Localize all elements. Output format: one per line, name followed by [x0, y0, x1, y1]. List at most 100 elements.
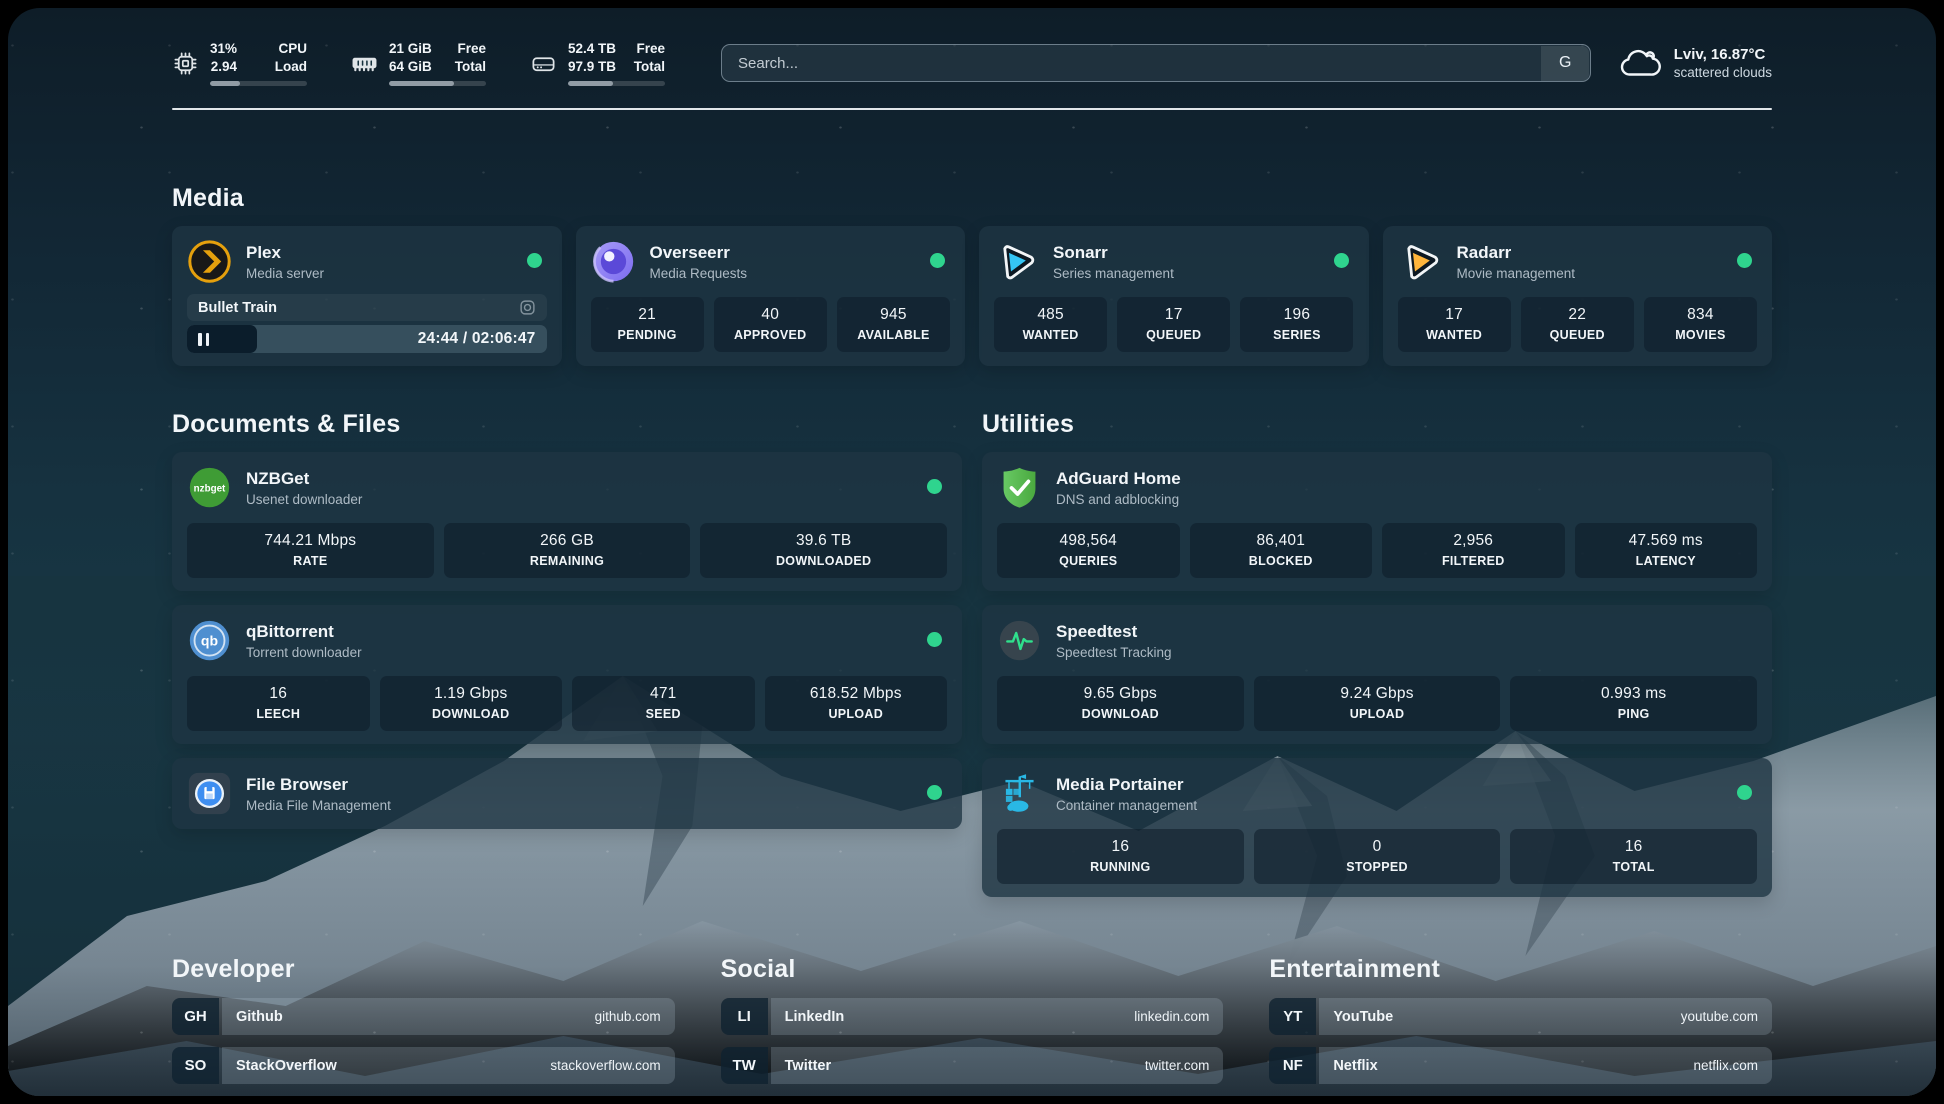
- nzbget-logo-icon: nzbget: [187, 465, 232, 510]
- entertainment-bookmarks: YT YouTube youtube.com NF Netflix netfli…: [1269, 998, 1772, 1096]
- app-subtitle: Torrent downloader: [246, 645, 362, 660]
- stat-ping: 0.993 msPING: [1510, 676, 1757, 731]
- cpu-progress-fill: [210, 81, 240, 86]
- card-header: qb qBittorrent Torrent downloader: [187, 618, 947, 663]
- page-content: 31% 2.94 CPU Load: [8, 8, 1936, 1096]
- radarr-logo-icon: [1398, 239, 1443, 284]
- radarr-card[interactable]: Radarr Movie management 17WANTED 22QUEUE…: [1383, 226, 1773, 366]
- stat-total: 16TOTAL: [1510, 829, 1757, 884]
- app-name: Media Portainer: [1056, 775, 1197, 795]
- playback-progress-fill: [187, 325, 257, 353]
- stat-remaining: 266 GBREMAINING: [444, 523, 691, 578]
- overseerr-card[interactable]: Overseerr Media Requests 21PENDING 40APP…: [576, 226, 966, 366]
- card-header: Plex Media server: [187, 239, 547, 284]
- app-subtitle: Media File Management: [246, 798, 391, 813]
- bookmark-abbr: SO: [172, 1047, 219, 1084]
- stats-row: 485WANTED 17QUEUED 196SERIES: [994, 297, 1354, 352]
- app-subtitle: Container management: [1056, 798, 1197, 813]
- nzbget-card[interactable]: nzbget NZBGet Usenet downloader 744.21 M…: [172, 452, 962, 591]
- dashboard-screen: 31% 2.94 CPU Load: [8, 8, 1936, 1096]
- stats-row: 17WANTED 22QUEUED 834MOVIES: [1398, 297, 1758, 352]
- card-titles: Plex Media server: [246, 243, 324, 281]
- section-social: Social LI LinkedIn linkedin.com TW Twitt…: [721, 955, 1224, 1096]
- status-dot: [927, 632, 942, 647]
- app-name: File Browser: [246, 775, 391, 795]
- sonarr-card[interactable]: Sonarr Series management 485WANTED 17QUE…: [979, 226, 1369, 366]
- section-documents: Documents & Files nzbget: [172, 410, 962, 897]
- status-dot: [1737, 785, 1752, 800]
- bookmark-abbr: YT: [1269, 998, 1316, 1035]
- search-provider-button[interactable]: G: [1541, 46, 1589, 81]
- stats-row: 16LEECH 1.19 GbpsDOWNLOAD 471SEED 618.52…: [187, 676, 947, 731]
- adguard-card[interactable]: AdGuard Home DNS and adblocking 498,564Q…: [982, 452, 1772, 591]
- section-media: Media Plex Media serv: [172, 184, 1772, 366]
- qbittorrent-logo-icon: qb: [187, 618, 232, 663]
- app-name: Radarr: [1457, 243, 1576, 263]
- section-title-social: Social: [721, 955, 1224, 984]
- playback-progress-bar[interactable]: 24:44 / 02:06:47: [187, 325, 547, 353]
- disk-widget: 52.4 TB 97.9 TB Free Total: [530, 40, 665, 86]
- card-header: nzbget NZBGet Usenet downloader: [187, 465, 947, 510]
- weather-location-temp: Lviv, 16.87°C: [1674, 46, 1772, 63]
- memory-widget: 21 GiB 64 GiB Free Total: [351, 40, 486, 86]
- bookmark-name: StackOverflow: [236, 1058, 337, 1074]
- status-dot: [930, 253, 945, 268]
- filebrowser-card[interactable]: File Browser Media File Management: [172, 758, 962, 829]
- bookmark-stackoverflow[interactable]: SO StackOverflow stackoverflow.com: [172, 1047, 675, 1084]
- qbittorrent-card[interactable]: qb qBittorrent Torrent downloader 16LEEC…: [172, 605, 962, 744]
- stat-leech: 16LEECH: [187, 676, 370, 731]
- plex-card[interactable]: Plex Media server Bullet Train: [172, 226, 562, 366]
- card-header: AdGuard Home DNS and adblocking: [997, 465, 1757, 510]
- disk-icon: [530, 50, 557, 77]
- plex-logo-icon: [187, 239, 232, 284]
- social-bookmarks: LI LinkedIn linkedin.com TW Twitter twit…: [721, 998, 1224, 1084]
- stats-row: 21PENDING 40APPROVED 945AVAILABLE: [591, 297, 951, 352]
- search-input[interactable]: [721, 44, 1591, 82]
- portainer-logo-icon: [997, 771, 1042, 816]
- stat-stopped: 0STOPPED: [1254, 829, 1501, 884]
- stat-upload: 618.52 MbpsUPLOAD: [765, 676, 948, 731]
- card-header: Overseerr Media Requests: [591, 239, 951, 284]
- playback-time: 24:44 / 02:06:47: [418, 330, 536, 348]
- section-developer: Developer GH Github github.com SO StackO…: [172, 955, 675, 1096]
- card-titles: Overseerr Media Requests: [650, 243, 748, 281]
- card-titles: Speedtest Speedtest Tracking: [1056, 622, 1172, 660]
- bookmark-url: github.com: [595, 1009, 661, 1024]
- stat-download: 1.19 GbpsDOWNLOAD: [380, 676, 563, 731]
- top-bar: 31% 2.94 CPU Load: [172, 40, 1772, 86]
- stat-download: 9.65 GbpsDOWNLOAD: [997, 676, 1244, 731]
- stat-running: 16RUNNING: [997, 829, 1244, 884]
- bookmark-youtube[interactable]: YT YouTube youtube.com: [1269, 998, 1772, 1035]
- video-type-icon: [519, 299, 536, 316]
- stat-pending: 21PENDING: [591, 297, 704, 352]
- stat-available: 945AVAILABLE: [837, 297, 950, 352]
- memory-values: 21 GiB 64 GiB: [389, 40, 432, 75]
- weather-text: Lviv, 16.87°C scattered clouds: [1674, 46, 1772, 80]
- stat-downloaded: 39.6 TBDOWNLOADED: [700, 523, 947, 578]
- card-header: File Browser Media File Management: [187, 771, 947, 816]
- stat-latency: 47.569 msLATENCY: [1575, 523, 1758, 578]
- bookmark-netflix[interactable]: NF Netflix netflix.com: [1269, 1047, 1772, 1084]
- section-title-developer: Developer: [172, 955, 675, 984]
- card-header: Media Portainer Container management: [997, 771, 1757, 816]
- stat-queued: 22QUEUED: [1521, 297, 1634, 352]
- bookmark-linkedin[interactable]: LI LinkedIn linkedin.com: [721, 998, 1224, 1035]
- bookmark-name: YouTube: [1333, 1009, 1393, 1025]
- sonarr-logo-icon: [994, 239, 1039, 284]
- disk-progress-bar: [568, 81, 665, 86]
- stat-wanted: 485WANTED: [994, 297, 1107, 352]
- speedtest-card[interactable]: Speedtest Speedtest Tracking 9.65 GbpsDO…: [982, 605, 1772, 744]
- cpu-labels: CPU Load: [275, 40, 307, 75]
- app-name: Plex: [246, 243, 324, 263]
- bookmark-github[interactable]: GH Github github.com: [172, 998, 675, 1035]
- bookmark-body: StackOverflow stackoverflow.com: [222, 1047, 675, 1084]
- bookmark-name: Netflix: [1333, 1058, 1377, 1074]
- stat-queued: 17QUEUED: [1117, 297, 1230, 352]
- card-titles: qBittorrent Torrent downloader: [246, 622, 362, 660]
- pause-icon[interactable]: [198, 333, 209, 346]
- stat-filtered: 2,956FILTERED: [1382, 523, 1565, 578]
- bookmark-twitter[interactable]: TW Twitter twitter.com: [721, 1047, 1224, 1084]
- stats-row: 9.65 GbpsDOWNLOAD 9.24 GbpsUPLOAD 0.993 …: [997, 676, 1757, 731]
- portainer-card[interactable]: Media Portainer Container management 16R…: [982, 758, 1772, 897]
- card-header: Speedtest Speedtest Tracking: [997, 618, 1757, 663]
